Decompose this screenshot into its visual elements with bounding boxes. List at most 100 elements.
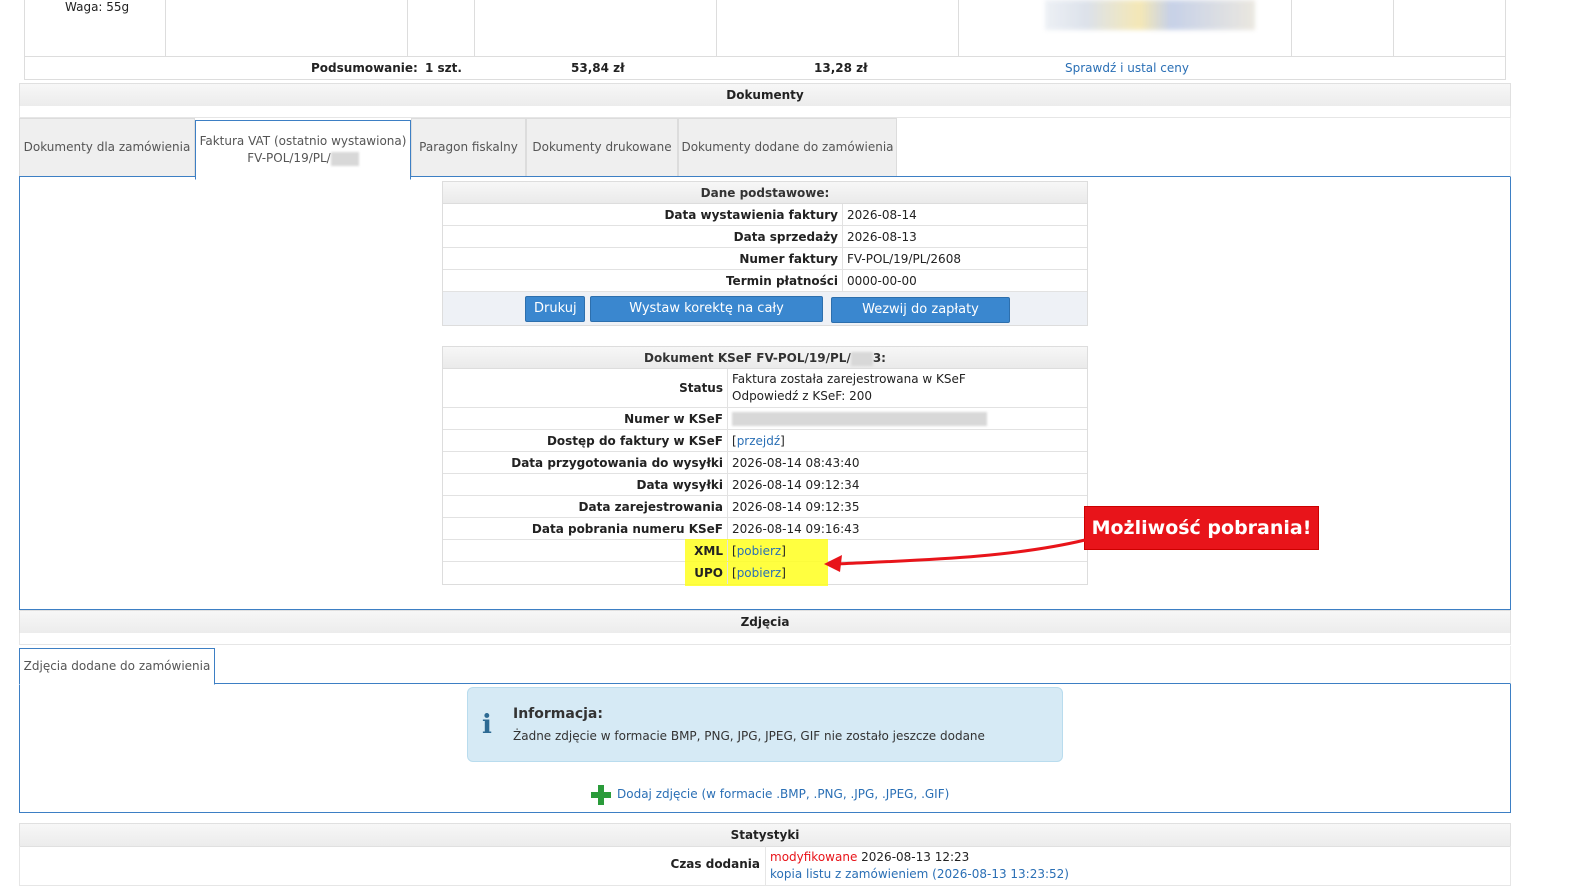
- ksef-open-link[interactable]: przejdź: [737, 434, 780, 448]
- ksef-number-value: [728, 408, 987, 429]
- ksef-number-label: Numer w KSeF: [443, 408, 728, 429]
- access-value: [przejdź]: [732, 433, 785, 448]
- row-label: Data wysyłki: [443, 474, 728, 495]
- stats-header: Statystyki: [19, 823, 1511, 847]
- xml-label: XML: [443, 540, 728, 561]
- basic-data-table: Dane podstawowe: Data wystawienia faktur…: [442, 181, 1088, 341]
- tab-fiscal-receipt[interactable]: Paragon fiskalny: [411, 118, 526, 176]
- row-label: Data przygotowania do wysyłki: [443, 452, 728, 473]
- ksef-title-prefix: Dokument KSeF FV-POL/19/PL/: [644, 351, 851, 365]
- row-label: Data zarejestrowania: [443, 496, 728, 517]
- table-cell: [166, 0, 408, 57]
- status-line: Faktura została zarejestrowana w KSeF: [732, 372, 966, 386]
- added-label: Czas dodania: [20, 846, 766, 885]
- row-value: 2026-08-14 09:12:34: [732, 477, 860, 492]
- info-title: Informacja:: [513, 706, 603, 722]
- documents-tabs: Dokumenty dla zamówienia Faktura VAT (os…: [19, 118, 1511, 180]
- product-thumbnail[interactable]: [1045, 0, 1255, 30]
- tab-vat-invoice[interactable]: Faktura VAT (ostatnio wystawiona) FV-POL…: [195, 120, 411, 180]
- row-label: Data pobrania numeru KSeF: [443, 518, 728, 539]
- summary-label: Podsumowanie:: [311, 61, 418, 75]
- xml-download-link[interactable]: pobierz: [737, 544, 782, 558]
- modified-date: 2026-08-13 12:23: [861, 850, 970, 864]
- added-value: modyfikowane 2026-08-13 12:23 kopia list…: [770, 849, 1069, 883]
- table-row: Data zarejestrowania 2026-08-14 09:12:35: [443, 496, 1087, 518]
- ksef-title-suffix: 3:: [872, 351, 886, 365]
- ksef-title: Dokument KSeF FV-POL/19/PL/3:: [443, 347, 1087, 369]
- order-copy-link[interactable]: kopia listu z zamówieniem (2026-08-13 13…: [770, 867, 1069, 881]
- plus-icon[interactable]: [591, 785, 611, 805]
- stats-panel: Czas dodania modyfikowane 2026-08-13 12:…: [19, 846, 1511, 886]
- tab-label: Dokumenty drukowane: [532, 140, 672, 154]
- table-row: Data wystawienia faktury 2026-08-14: [443, 204, 1087, 226]
- info-icon: i: [482, 710, 492, 740]
- status-line: Odpowiedź z KSeF: 200: [732, 389, 872, 403]
- payment-call-button[interactable]: Wezwij do zapłaty faktury: [831, 297, 1010, 341]
- row-label: Data wystawienia faktury: [443, 204, 843, 225]
- documents-header: Dokumenty: [19, 83, 1511, 107]
- arrow-icon: [824, 538, 1086, 572]
- xml-value: [pobierz]: [732, 543, 786, 558]
- row-label: Data sprzedaży: [443, 226, 843, 247]
- status-value: Faktura została zarejestrowana w KSeF Od…: [728, 369, 966, 407]
- basic-actions-bar: Drukuj Wystaw korektę na cały dokument W…: [443, 292, 1087, 341]
- status-label: Status: [443, 369, 728, 407]
- upo-label: UPO: [443, 562, 728, 584]
- basic-data-title: Dane podstawowe:: [443, 182, 1087, 204]
- upo-value: [pobierz]: [732, 566, 786, 580]
- table-cell: [1292, 0, 1394, 57]
- check-prices-link[interactable]: Sprawdź i ustal ceny: [1065, 61, 1189, 75]
- table-cell: [475, 0, 717, 57]
- table-cell: [717, 0, 959, 57]
- row-value: FV-POL/19/PL/2608: [847, 251, 961, 266]
- add-photo-link[interactable]: Dodaj zdjęcie (w formacie .BMP, .PNG, .J…: [617, 787, 949, 801]
- product-row: Waga: 55g: [25, 0, 1505, 57]
- row-value: 2026-08-14 08:43:40: [732, 455, 860, 470]
- row-value: 2026-08-13: [847, 229, 917, 244]
- table-row: Data sprzedaży 2026-08-13: [443, 226, 1087, 248]
- row-value: 2026-08-14: [847, 207, 917, 222]
- redacted-block: [330, 151, 359, 166]
- section-spacer: [19, 106, 1511, 118]
- info-text: Żadne zdjęcie w formacie BMP, PNG, JPG, …: [513, 729, 985, 743]
- row-label: Termin płatności: [443, 270, 843, 291]
- table-row: Numer w KSeF: [443, 408, 1087, 430]
- row-label: Numer faktury: [443, 248, 843, 269]
- callout-label: Możliwość pobrania!: [1084, 506, 1319, 550]
- print-button[interactable]: Drukuj: [525, 296, 585, 322]
- tab-label: Zdjęcia dodane do zamówienia: [23, 659, 211, 673]
- access-label: Dostęp do faktury w KSeF: [443, 430, 728, 451]
- upo-download-link[interactable]: pobierz: [737, 566, 782, 580]
- summary-qty: 1 szt.: [425, 61, 462, 75]
- tab-printed-documents[interactable]: Dokumenty drukowane: [526, 118, 678, 176]
- photos-header: Zdjęcia: [19, 610, 1511, 634]
- section-spacer: [19, 633, 1511, 645]
- modified-label: modyfikowane: [770, 850, 858, 864]
- summary-total: 53,84 zł: [571, 61, 625, 75]
- table-row: Status Faktura została zarejestrowana w …: [443, 369, 1087, 408]
- table-row: Data wysyłki 2026-08-14 09:12:34: [443, 474, 1087, 496]
- row-value: 2026-08-14 09:12:35: [732, 499, 860, 514]
- redacted-block: [732, 411, 987, 426]
- tab-added-documents[interactable]: Dokumenty dodane do zamówienia: [678, 118, 897, 176]
- row-value: 0000-00-00: [847, 273, 917, 288]
- tab-order-documents[interactable]: Dokumenty dla zamówienia: [19, 118, 195, 176]
- redacted-block: [850, 351, 873, 366]
- summary-vat: 13,28 zł: [814, 61, 868, 75]
- tab-label: Dokumenty dla zamówienia: [23, 140, 191, 154]
- table-row: Dostęp do faktury w KSeF [przejdź]: [443, 430, 1087, 452]
- info-box: i Informacja: Żadne zdjęcie w formacie B…: [467, 687, 1063, 762]
- tab-label: Paragon fiskalny: [419, 140, 518, 154]
- tab-label: Faktura VAT (ostatnio wystawiona): [199, 134, 407, 148]
- product-table: Waga: 55g Podsumowanie: 1 szt. 53,84 zł …: [24, 0, 1506, 80]
- tab-order-photos[interactable]: Zdjęcia dodane do zamówienia: [19, 648, 215, 685]
- photos-tabs: Zdjęcia dodane do zamówienia: [19, 646, 1511, 685]
- correction-button[interactable]: Wystaw korektę na cały dokument: [590, 296, 823, 340]
- table-row: Data przygotowania do wysyłki 2026-08-14…: [443, 452, 1087, 474]
- table-row: Numer faktury FV-POL/19/PL/2608: [443, 248, 1087, 270]
- tab-sublabel: FV-POL/19/PL/: [247, 151, 331, 165]
- tab-label: Dokumenty dodane do zamówienia: [681, 140, 894, 154]
- table-cell: [25, 0, 166, 57]
- table-cell: [408, 0, 475, 57]
- table-row: Termin płatności 0000-00-00: [443, 270, 1087, 292]
